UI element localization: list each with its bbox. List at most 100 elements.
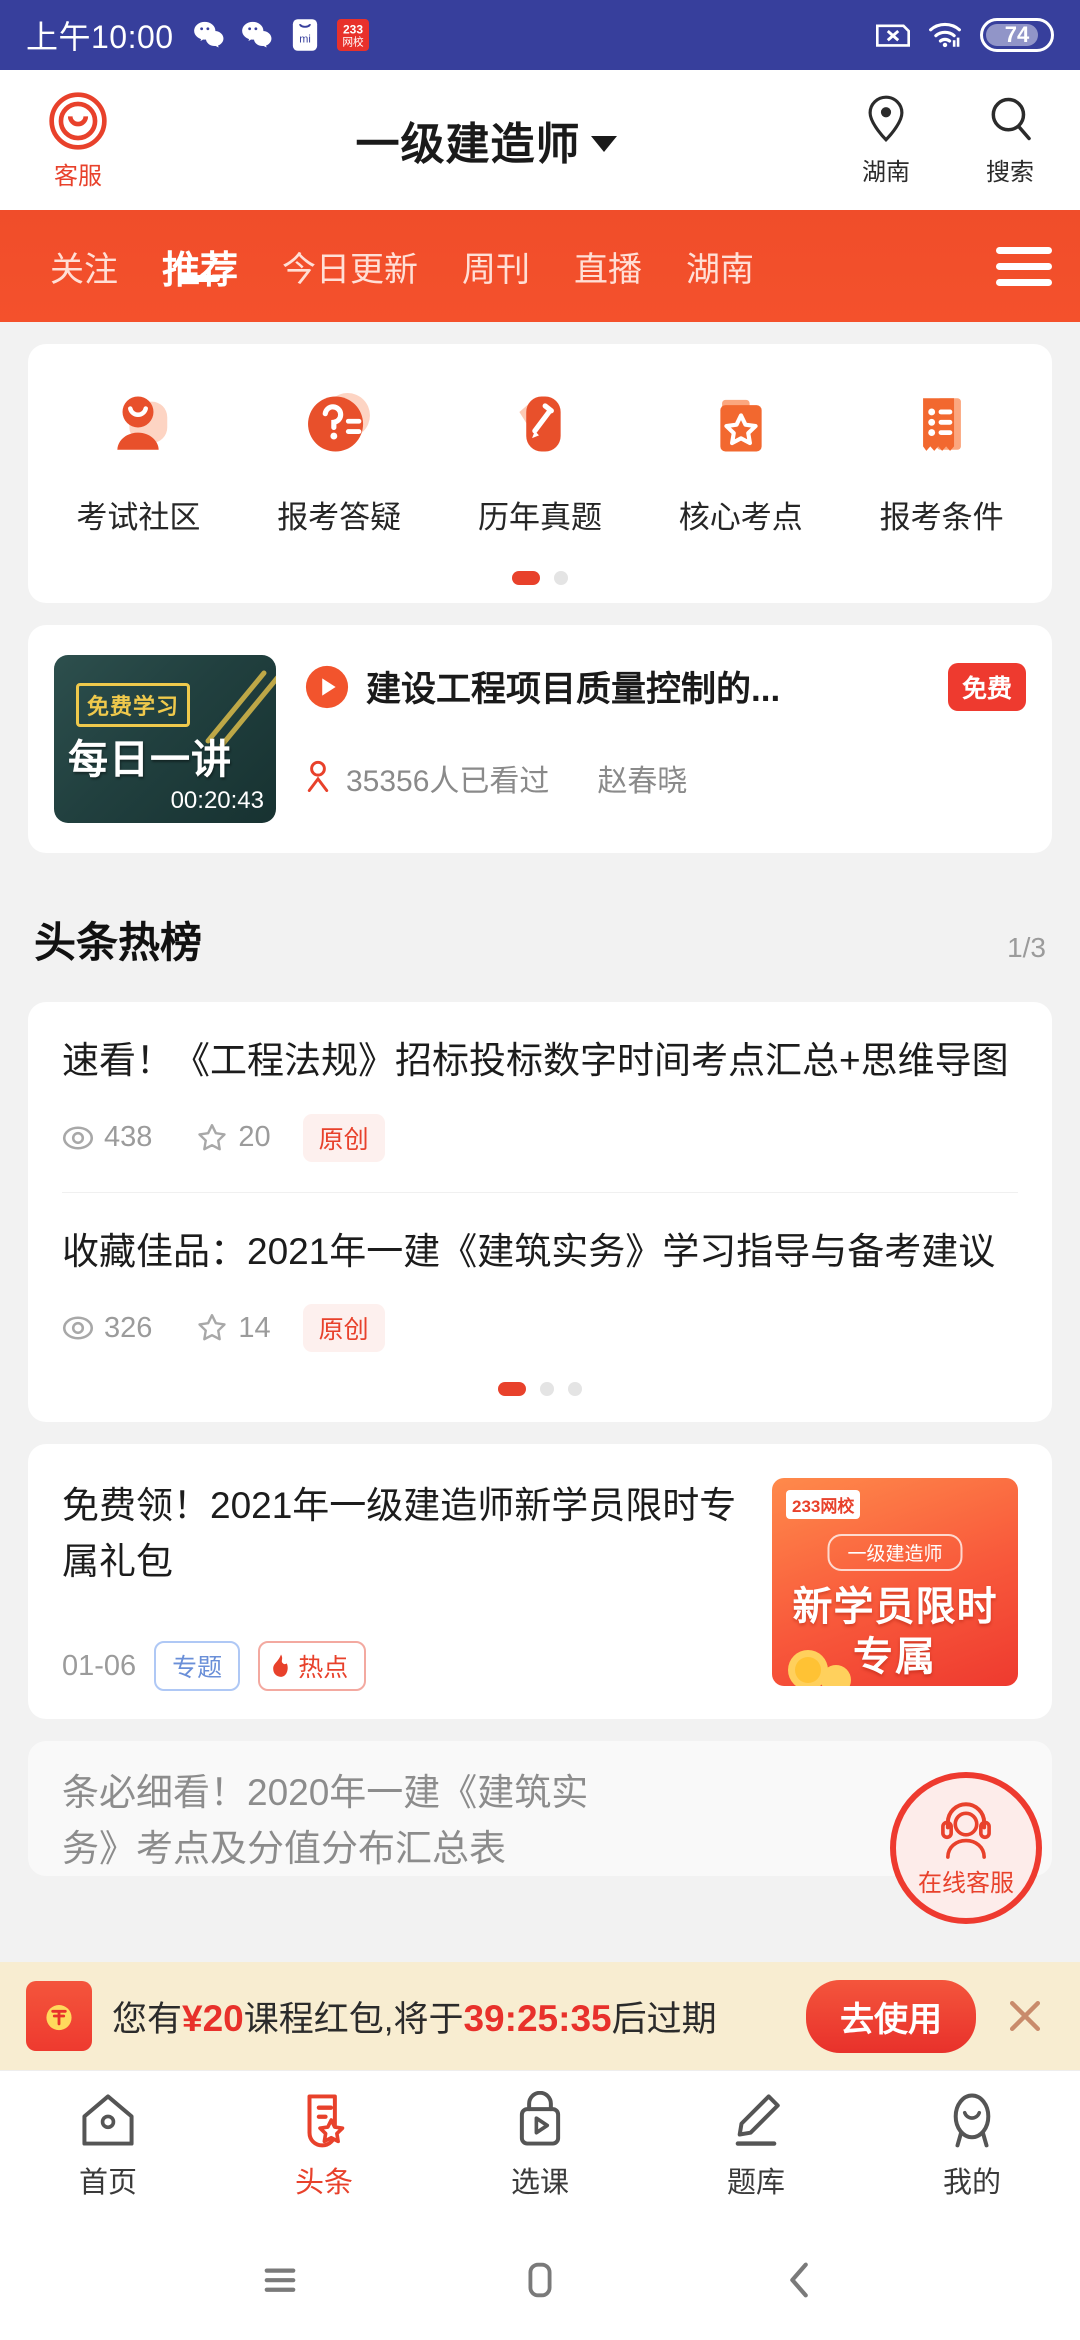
- star-icon: [198, 1314, 227, 1341]
- view-count-value: 326: [104, 1311, 153, 1344]
- back-chevron-icon[interactable]: [755, 2235, 845, 2325]
- bottom-nav-headlines[interactable]: 头条: [216, 2091, 432, 2201]
- use-coupon-button[interactable]: 去使用: [806, 1979, 976, 2053]
- home-icon: [82, 2093, 134, 2146]
- pagination-dot[interactable]: [512, 571, 540, 585]
- svg-text:mi: mi: [299, 33, 311, 45]
- view-count-value: 438: [104, 1121, 153, 1154]
- 233-app-icon: 233 网校: [336, 18, 370, 52]
- article-title: 收藏佳品：2021年一建《建筑实务》学习指导与备考建议: [62, 1230, 996, 1272]
- quick-link-kaoshishequ[interactable]: 考试社区: [38, 378, 239, 537]
- topic-tag: 专题: [154, 1641, 241, 1692]
- spiral-service-icon: [49, 91, 107, 150]
- status-bar-notification-icons: mi 233 网校: [192, 18, 370, 52]
- phone-screen: 上午10:00 mi 233 网校 74 客服 一级建造师 湖南 搜索 关注 推…: [0, 0, 1080, 2340]
- gift-thumb-line2: 专属: [853, 1635, 937, 1680]
- bottom-nav-label: 头条: [294, 2166, 353, 2199]
- gift-article-card[interactable]: 免费领！2021年一级建造师新学员限时专属礼包 01-06 专题 热点 233网…: [28, 1444, 1052, 1720]
- quick-link-linianzhenti[interactable]: 历年真题: [440, 378, 641, 537]
- gift-article-text: 免费领！2021年一级建造师新学员限时专属礼包 01-06 专题 热点: [62, 1478, 748, 1692]
- headset-person-icon: [941, 1801, 991, 1859]
- hot-article-item[interactable]: 收藏佳品：2021年一建《建筑实务》学习指导与备考建议 326 14 原创: [28, 1193, 1052, 1353]
- quick-link-baokaodayi[interactable]: 报考答疑: [239, 378, 440, 537]
- quick-link-label: 考试社区: [76, 500, 201, 535]
- hot-tag-label: 热点: [298, 1654, 349, 1683]
- home-square-icon[interactable]: [495, 2235, 585, 2325]
- hot-list-title: 头条热榜: [34, 919, 203, 966]
- hamburger-icon[interactable]: [996, 246, 1052, 286]
- android-navigation-bar: [0, 2220, 1080, 2340]
- search-label: 搜索: [986, 158, 1034, 186]
- category-tab-bar: 关注 推荐 今日更新 周刊 直播 湖南: [0, 210, 1080, 322]
- quick-link-hexinkaodian[interactable]: 核心考点: [640, 378, 841, 537]
- tab-hunan[interactable]: 湖南: [664, 242, 776, 291]
- quick-links-card: 考试社区 报考答疑 历年真题 核心考点 报考条件: [28, 344, 1052, 603]
- video-title: 建设工程项目质量控制的...: [366, 670, 781, 709]
- original-tag: 原创: [302, 1304, 385, 1353]
- video-thumbnail[interactable]: 免费学习 每日一讲 00:20:43: [54, 655, 276, 823]
- status-bar: 上午10:00 mi 233 网校 74: [0, 0, 1080, 70]
- star-icon: [198, 1123, 227, 1151]
- wifi-icon: [928, 18, 962, 52]
- svg-text:233: 233: [343, 23, 363, 37]
- pagination-dot[interactable]: [568, 1382, 582, 1397]
- exam-category-selector[interactable]: 一级建造师: [130, 108, 842, 172]
- coin-icon: [788, 1650, 851, 1687]
- close-icon[interactable]: [996, 1994, 1054, 2038]
- svg-text:网校: 网校: [342, 36, 364, 49]
- sim-card-off-icon: [876, 18, 910, 52]
- bottom-nav-label: 首页: [78, 2166, 137, 2199]
- search-icon: [991, 97, 1031, 140]
- hot-list-pagination: [28, 1382, 1052, 1422]
- battery-indicator: 74: [980, 18, 1054, 52]
- location-pin-icon: [868, 95, 904, 142]
- bottom-navigation-bar: 首页 头条 选课 题库 我的: [0, 2070, 1080, 2220]
- hot-article-item[interactable]: 速看！《工程法规》招标投标数字时间考点汇总+思维导图 438 20 原创: [28, 1002, 1052, 1162]
- tab-zhibo[interactable]: 直播: [552, 242, 664, 291]
- quick-link-label: 核心考点: [678, 500, 803, 535]
- star-count: 14: [196, 1312, 271, 1345]
- app-header: 客服 一级建造师 湖南 搜索: [0, 70, 1080, 210]
- video-thumb-title: 每日一讲: [68, 738, 232, 782]
- article-meta: 438 20 原创: [62, 1113, 1018, 1162]
- quick-link-label: 报考答疑: [277, 500, 402, 535]
- search-button[interactable]: 搜索: [966, 94, 1054, 187]
- tab-jinriguengxin[interactable]: 今日更新: [260, 242, 440, 291]
- tab-guanzhu[interactable]: 关注: [28, 242, 140, 291]
- tab-tuijian[interactable]: 推荐: [140, 239, 260, 294]
- pagination-dot[interactable]: [554, 571, 568, 585]
- tab-zhoukan[interactable]: 周刊: [440, 242, 552, 291]
- hot-list-card: 速看！《工程法规》招标投标数字时间考点汇总+思维导图 438 20 原创 收藏佳…: [28, 1002, 1052, 1423]
- bottom-nav-label: 我的: [942, 2166, 1001, 2199]
- bottom-nav-profile[interactable]: 我的: [864, 2091, 1080, 2201]
- gift-article-thumbnail[interactable]: 233网校 一级建造师 新学员限时 专属: [772, 1478, 1018, 1687]
- bottom-nav-home[interactable]: 首页: [0, 2091, 216, 2201]
- pencil-underline-icon: [735, 2093, 780, 2146]
- recents-icon[interactable]: [235, 2235, 325, 2325]
- bottom-nav-courses[interactable]: 选课: [432, 2090, 648, 2201]
- star-count-value: 20: [238, 1121, 271, 1154]
- view-count: 438: [62, 1121, 152, 1154]
- hot-tag: 热点: [258, 1641, 367, 1692]
- quick-link-label: 历年真题: [477, 500, 602, 535]
- floating-customer-service-button[interactable]: 在线客服: [890, 1772, 1042, 1924]
- viewer-icon: [304, 760, 332, 797]
- play-icon[interactable]: [304, 664, 350, 710]
- bottom-nav-question-bank[interactable]: 题库: [648, 2091, 864, 2201]
- pagination-dot[interactable]: [540, 1382, 554, 1397]
- daily-lesson-card[interactable]: 免费学习 每日一讲 00:20:43 建设工程项目质量控制的... 免费 353…: [28, 625, 1052, 853]
- coupon-banner: 您有¥20课程红包,将于39:25:35后过期 去使用: [0, 1962, 1080, 2070]
- coupon-amount: ¥20: [182, 1997, 244, 2039]
- question-mark-icon: [293, 378, 385, 470]
- customer-service-button[interactable]: 客服: [26, 90, 130, 191]
- location-button[interactable]: 湖南: [842, 94, 930, 187]
- quick-link-baokaotiaojian[interactable]: 报考条件: [841, 378, 1042, 537]
- quick-link-label: 报考条件: [879, 500, 1004, 535]
- coupon-middle: 课程红包,将于: [243, 1999, 464, 2039]
- status-bar-time: 上午10:00: [26, 19, 174, 55]
- pagination-dot[interactable]: [498, 1382, 526, 1397]
- video-duration: 00:20:43: [170, 787, 264, 814]
- wechat-icon: [192, 18, 226, 52]
- red-envelope-icon: [26, 1981, 92, 2051]
- customer-service-label: 客服: [54, 162, 102, 190]
